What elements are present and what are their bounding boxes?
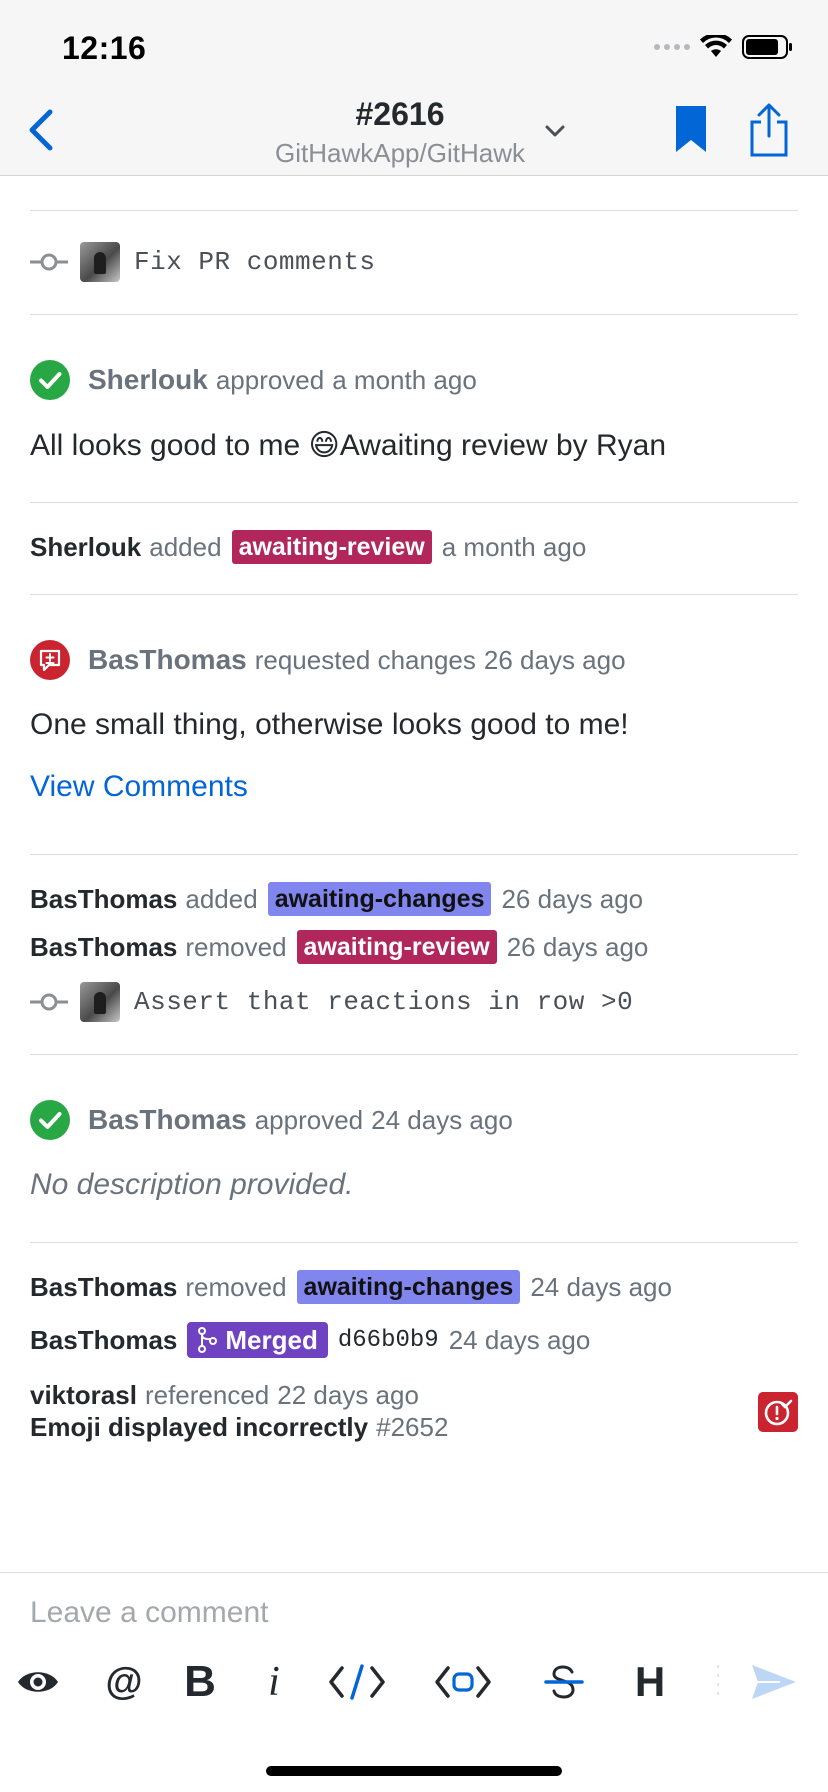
event-author[interactable]: viktorasl [30,1380,137,1411]
cellular-signal-icon [654,44,690,50]
event-action: referenced [144,1380,270,1410]
review-header: Sherlouk approved a month ago [30,360,477,400]
italic-icon[interactable]: i [256,1650,292,1714]
reference-event-row: viktorasl referenced 22 days ago [30,1380,419,1411]
divider [30,502,798,503]
status-indicators [654,34,794,60]
review-body-text: All looks good to me [30,429,301,462]
view-comments-link[interactable]: View Comments [30,770,248,804]
markdown-toolbar: @ B i H [0,1650,828,1714]
referenced-issue-number: #2652 [376,1412,449,1442]
avatar[interactable] [80,982,120,1022]
review-author[interactable]: Sherlouk [88,364,208,396]
event-action: removed [185,931,287,962]
merged-badge: Merged [187,1322,328,1358]
code-block-icon[interactable] [432,1650,494,1714]
divider [30,1054,798,1055]
preview-icon[interactable] [14,1650,62,1714]
strikethrough-icon[interactable] [540,1650,588,1714]
review-time: 24 days ago [371,1104,513,1135]
commit-row[interactable]: Fix PR comments [30,242,376,282]
send-icon[interactable] [748,1650,800,1714]
review-header: BasThomas approved 24 days ago [30,1100,513,1140]
merged-label: Merged [225,1325,318,1355]
approved-check-icon [30,360,70,400]
event-author[interactable]: Sherlouk [30,532,141,563]
label-event-row: BasThomas added awaiting-changes 26 days… [30,882,643,916]
event-time: 26 days ago [501,883,644,914]
commit-row[interactable]: Assert that reactions in row >0 [30,982,633,1022]
review-author[interactable]: BasThomas [88,1104,247,1136]
commit-icon [30,993,68,1011]
approved-check-icon [30,1100,70,1140]
event-time: 24 days ago [530,1271,672,1302]
code-icon[interactable] [326,1650,388,1714]
event-time: a month ago [441,531,587,562]
toolbar-separator [716,1650,720,1714]
event-time: 26 days ago [506,931,649,962]
label-event-row: Sherlouk added awaiting-review a month a… [30,530,586,564]
event-action: added [185,883,258,914]
review-action: approved [215,364,325,395]
review-author[interactable]: BasThomas [88,644,247,676]
status-time: 12:16 [62,30,147,66]
navigation-header: 12:16 #2616 GitHawkApp/GitHawk [0,0,828,176]
changes-requested-icon [30,640,70,680]
event-author[interactable]: BasThomas [30,932,177,963]
divider [30,210,798,211]
composer-divider [0,1572,828,1573]
event-action: removed [185,1271,287,1302]
review-body-text: Awaiting review by Ryan [339,429,667,462]
header-icon[interactable]: H [626,1650,674,1714]
label-badge[interactable]: awaiting-review [231,530,432,564]
merge-icon [198,1327,218,1353]
divider [30,314,798,315]
event-author[interactable]: BasThomas [30,1325,177,1356]
review-body: No description provided. [30,1168,354,1201]
chevron-down-icon[interactable] [544,124,566,138]
grinning-emoji: 😄 [308,429,340,462]
share-icon[interactable] [748,102,790,158]
review-action: approved [254,1104,364,1135]
review-body: One small thing, otherwise looks good to… [30,708,629,741]
review-time: a month ago [332,364,477,395]
battery-icon [742,35,792,59]
divider [30,1242,798,1243]
bookmark-icon[interactable] [674,104,708,154]
referenced-issue-title: Emoji displayed incorrectly [30,1412,369,1442]
review-action: requested changes [254,644,476,675]
issue-closed-icon [758,1392,798,1432]
home-indicator [266,1766,562,1776]
label-event-row: BasThomas removed awaiting-review 26 day… [30,930,648,964]
merge-event-row: BasThomas Merged d66b0b9 24 days ago [30,1322,590,1358]
event-author[interactable]: BasThomas [30,884,177,915]
commit-message: Assert that reactions in row >0 [134,987,634,1017]
label-badge[interactable]: awaiting-changes [296,1270,521,1304]
event-time: 22 days ago [277,1380,419,1410]
review-body: All looks good to me 😄Awaiting review by… [30,428,666,463]
divider [30,854,798,855]
wifi-icon [700,35,732,57]
bold-icon[interactable]: B [176,1650,224,1714]
divider [30,594,798,595]
label-badge[interactable]: awaiting-review [296,930,497,964]
event-author[interactable]: BasThomas [30,1272,177,1303]
event-action: added [149,531,222,562]
commit-sha[interactable]: d66b0b9 [338,1327,439,1354]
label-badge[interactable]: awaiting-changes [267,882,492,916]
review-header: BasThomas requested changes 26 days ago [30,640,626,680]
label-event-row: BasThomas removed awaiting-changes 24 da… [30,1270,672,1304]
comment-input[interactable] [30,1596,790,1630]
review-time: 26 days ago [483,644,626,675]
mention-icon[interactable]: @ [100,1650,148,1714]
commit-icon [30,253,68,271]
commit-message: Fix PR comments [134,247,376,277]
event-time: 24 days ago [448,1324,591,1355]
referenced-issue-link[interactable]: Emoji displayed incorrectly #2652 [30,1412,448,1443]
avatar[interactable] [80,242,120,282]
